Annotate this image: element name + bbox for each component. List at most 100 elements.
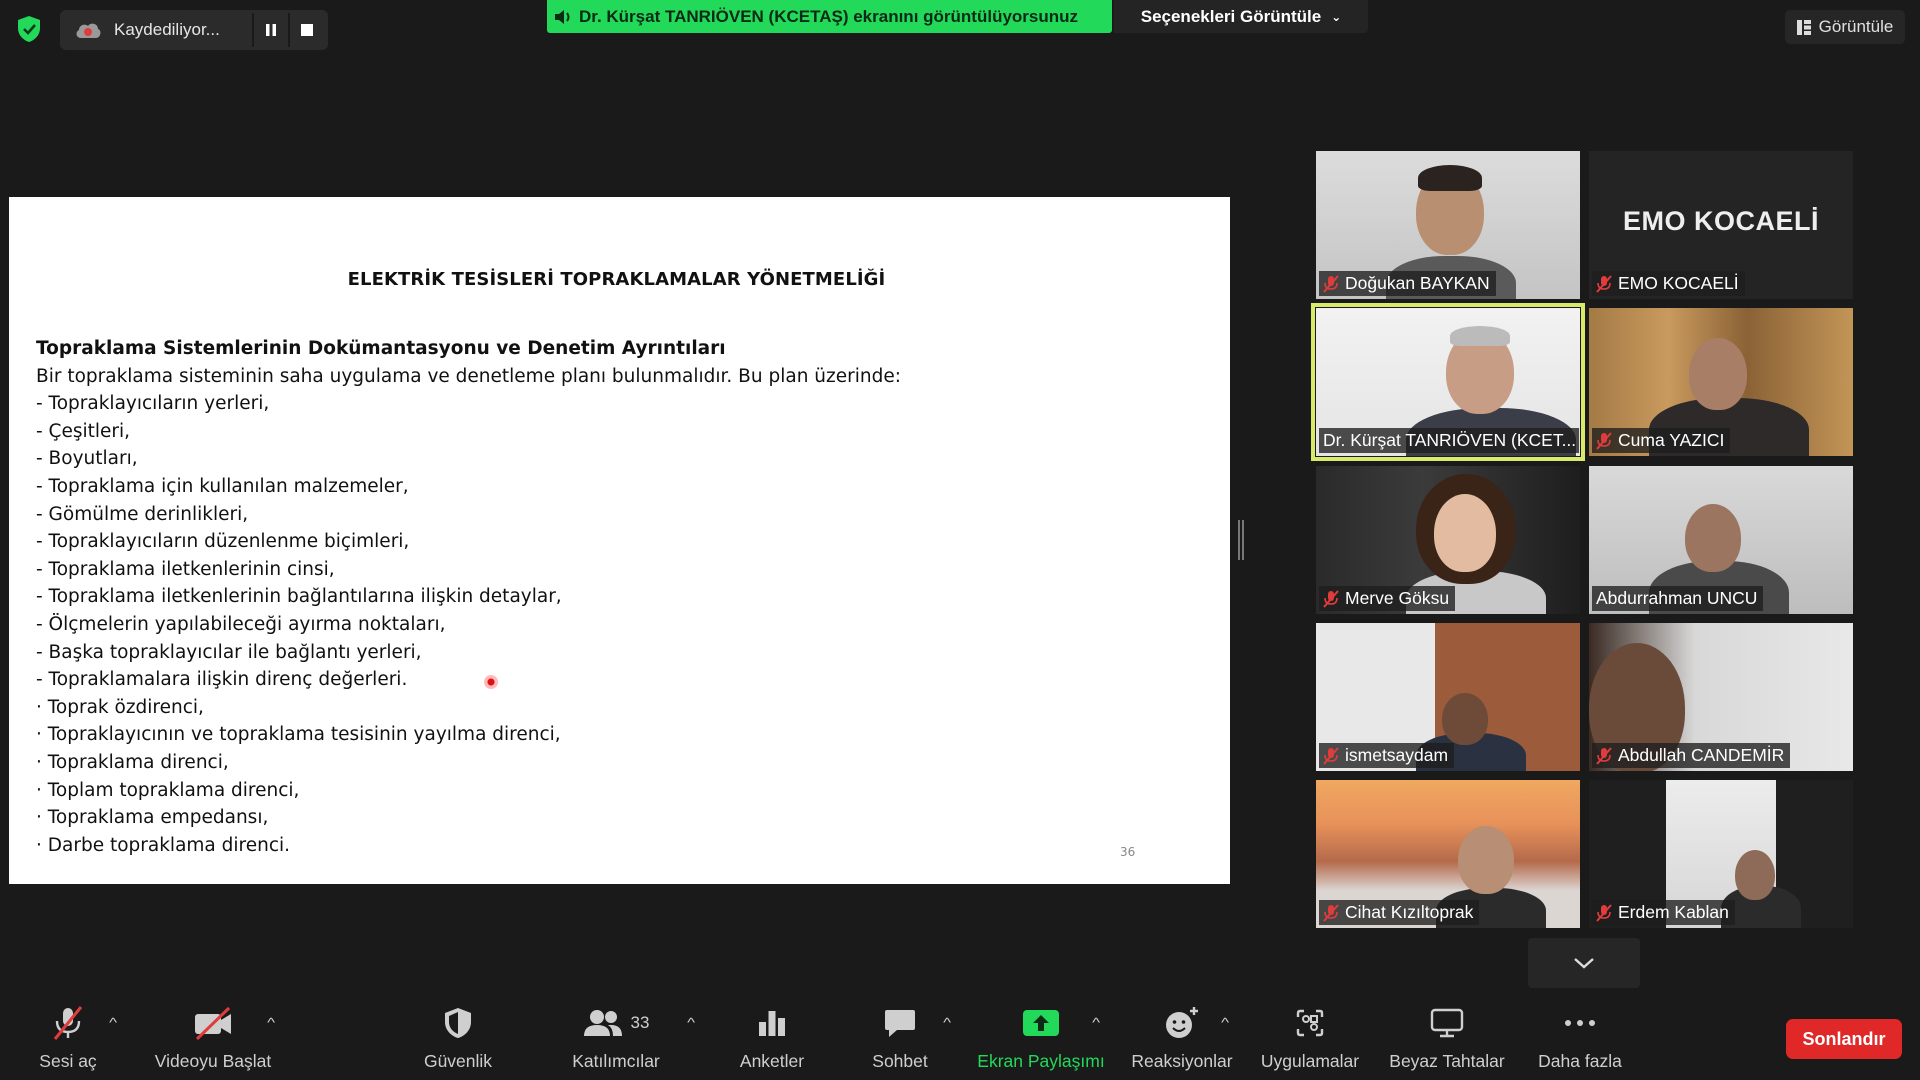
video-tile[interactable]: Doğukan BAYKAN: [1316, 151, 1580, 299]
participant-name: Cihat Kızıltoprak: [1345, 902, 1474, 922]
muted-mic-icon: [1596, 746, 1612, 765]
participant-name-tag: Doğukan BAYKAN: [1319, 271, 1496, 296]
slide-line: - Topraklamalara ilişkin direnç değerler…: [36, 669, 408, 691]
shield-icon: [443, 1003, 473, 1043]
muted-mic-icon: [1323, 903, 1339, 922]
video-tile[interactable]: Abdullah CANDEMİR: [1589, 623, 1853, 771]
video-tile[interactable]: ismetsaydam: [1316, 623, 1580, 771]
slide-intro: Bir topraklama sisteminin saha uygulama …: [36, 365, 901, 387]
view-options-button[interactable]: Seçenekleri Görüntüle ⌄: [1114, 0, 1368, 33]
chat-button[interactable]: Sohbet: [860, 1003, 940, 1072]
end-meeting-button[interactable]: Sonlandır: [1786, 1019, 1902, 1059]
muted-mic-icon: [1596, 431, 1612, 450]
share-banner-text: Dr. Kürşat TANRIÖVEN (KCETAŞ) ekranını g…: [579, 6, 1079, 26]
meeting-toolbar: Sesi aç ^ Videoyu Başlat ^ Güvenlik 33 K…: [0, 995, 1920, 1080]
share-options-caret[interactable]: ^: [1092, 1015, 1100, 1030]
reactions-options-caret[interactable]: ^: [1221, 1015, 1229, 1030]
participant-name: Cuma YAZICI: [1618, 430, 1725, 450]
muted-mic-icon: [1596, 903, 1612, 922]
muted-mic-icon: [51, 1003, 85, 1043]
video-off-icon: [193, 1003, 233, 1043]
chat-label: Sohbet: [872, 1051, 928, 1071]
polls-label: Anketler: [739, 1051, 805, 1071]
slide-line: · Topraklama direnci,: [36, 751, 229, 773]
chat-bubble-icon: [883, 1003, 917, 1043]
slide-line: - Topraklama iletkenlerinin bağlantıları…: [36, 586, 562, 608]
share-screen-label: Ekran Paylaşımı: [977, 1051, 1105, 1071]
video-tile[interactable]: Cihat Kızıltoprak: [1316, 780, 1580, 928]
split-resize-handle[interactable]: [1238, 520, 1244, 560]
participant-name-tag: Merve Göksu: [1319, 586, 1456, 611]
slide-line: - Boyutları,: [36, 448, 138, 470]
speaker-icon: [553, 8, 573, 26]
share-screen-button[interactable]: Ekran Paylaşımı: [976, 1003, 1106, 1072]
video-tile[interactable]: Merve Göksu: [1316, 466, 1580, 614]
unmute-button[interactable]: Sesi aç: [36, 1003, 100, 1072]
participants-icon: [583, 1010, 622, 1036]
video-tile[interactable]: Cuma YAZICI: [1589, 308, 1853, 456]
video-tile[interactable]: EMO KOCAELİ EMO KOCAELİ: [1589, 151, 1853, 299]
slide-page-number: 36: [1120, 845, 1136, 859]
reactions-label: Reaksiyonlar: [1131, 1051, 1233, 1071]
audio-options-caret[interactable]: ^: [109, 1015, 117, 1030]
participants-label: Katılımcılar: [572, 1051, 660, 1071]
slide-line: - Başka topraklayıcılar ile bağlantı yer…: [36, 641, 422, 663]
security-label: Güvenlik: [423, 1051, 493, 1071]
slide-body: Topraklama Sistemlerinin Dokümantasyonu …: [36, 335, 901, 859]
stop-recording-button[interactable]: [288, 13, 324, 47]
slide-line: - Topraklayıcıların yerleri,: [36, 393, 270, 415]
slide-line: · Topraklama empedansı,: [36, 807, 269, 829]
slide-line: - Topraklama için kullanılan malzemeler,: [36, 475, 409, 497]
layout-grid-icon: [1796, 19, 1819, 35]
participant-name-tag: Dr. Kürşat TANRIÖVEN (KCET...: [1319, 428, 1579, 453]
view-button[interactable]: Görüntüle: [1785, 10, 1905, 44]
laser-pointer: [484, 675, 498, 689]
more-label: Daha fazla: [1538, 1051, 1622, 1071]
smiley-plus-icon: [1164, 1003, 1200, 1043]
participants-button[interactable]: 33 Katılımcılar: [566, 1003, 666, 1072]
participant-name: Erdem Kablan: [1618, 902, 1729, 922]
more-dots-icon: [1564, 1003, 1596, 1043]
polls-button[interactable]: Anketler: [732, 1003, 812, 1072]
participants-options-caret[interactable]: ^: [687, 1015, 695, 1030]
slide-line: - Gömülme derinlikleri,: [36, 503, 249, 525]
start-video-button[interactable]: Videoyu Başlat: [150, 1003, 276, 1072]
chat-options-caret[interactable]: ^: [943, 1015, 951, 1030]
security-shield-icon[interactable]: [14, 14, 44, 44]
video-tile[interactable]: Erdem Kablan: [1589, 780, 1853, 928]
participant-count: 33: [630, 1013, 650, 1032]
participant-name: Doğukan BAYKAN: [1345, 273, 1490, 293]
security-button[interactable]: Güvenlik: [418, 1003, 498, 1072]
whiteboards-button[interactable]: Beyaz Tahtalar: [1386, 1003, 1508, 1072]
slide-line: - Topraklama iletkenlerinin cinsi,: [36, 558, 335, 580]
slide-line: - Ölçmelerin yapılabileceği ayırma nokta…: [36, 613, 446, 635]
participant-name: Dr. Kürşat TANRIÖVEN (KCET...: [1323, 430, 1577, 450]
video-tile-active-speaker[interactable]: Dr. Kürşat TANRIÖVEN (KCET...: [1311, 303, 1585, 461]
slide-line: · Toplam topraklama direnci,: [36, 779, 300, 801]
unmute-label: Sesi aç: [39, 1051, 97, 1071]
participant-name-tag: Cihat Kızıltoprak: [1319, 900, 1480, 925]
reactions-button[interactable]: Reaksiyonlar: [1128, 1003, 1236, 1072]
slide-line: · Toprak özdirenci,: [36, 696, 204, 718]
participant-name: Abdurrahman UNCU: [1596, 588, 1758, 608]
pause-recording-button[interactable]: [252, 13, 288, 47]
participants-icon-group: 33: [583, 1003, 650, 1043]
view-label: Görüntüle: [1818, 17, 1894, 36]
bar-chart-icon: [757, 1003, 787, 1043]
participant-name-tag: Cuma YAZICI: [1592, 428, 1731, 453]
recording-label: Kaydediliyor...: [114, 20, 220, 39]
apps-icon: [1294, 1003, 1326, 1043]
participant-name: ismetsaydam: [1345, 745, 1449, 765]
view-options-label: Seçenekleri Görüntüle: [1140, 6, 1322, 26]
apps-button[interactable]: Uygulamalar: [1256, 1003, 1364, 1072]
more-button[interactable]: Daha fazla: [1534, 1003, 1626, 1072]
video-tile[interactable]: Abdurrahman UNCU: [1589, 466, 1853, 614]
video-options-caret[interactable]: ^: [267, 1015, 275, 1030]
participant-name-tag: Abdurrahman UNCU: [1592, 586, 1764, 611]
participant-avatar-text: EMO KOCAELİ: [1622, 206, 1819, 236]
gallery-next-page-button[interactable]: [1528, 938, 1640, 988]
participant-name: EMO KOCAELİ: [1618, 273, 1739, 293]
slide-line: - Topraklayıcıların düzenlenme biçimleri…: [36, 531, 410, 553]
participant-name-tag: Abdullah CANDEMİR: [1592, 743, 1791, 768]
muted-mic-icon: [1323, 589, 1339, 608]
